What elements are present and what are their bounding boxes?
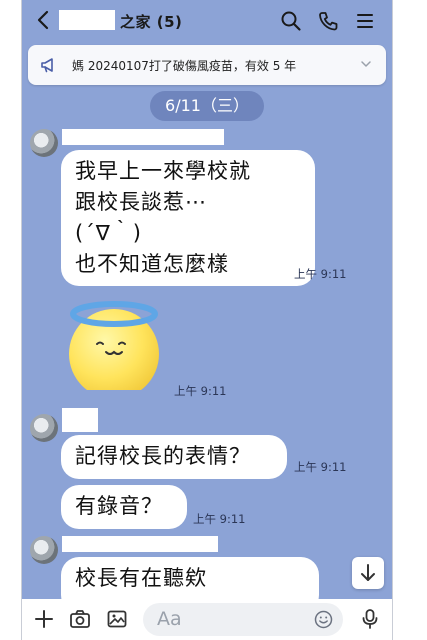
date-separator: 6/11（三）: [150, 91, 264, 121]
avatar[interactable]: [30, 536, 58, 564]
redacted-sender-name: [62, 408, 98, 432]
message-bubble[interactable]: 記得校長的表情？: [61, 435, 287, 479]
search-icon[interactable]: [280, 10, 302, 32]
megaphone-icon: [41, 58, 53, 73]
phone-icon[interactable]: [317, 10, 339, 32]
plus-icon[interactable]: [33, 608, 55, 630]
chevron-down-icon[interactable]: [360, 58, 372, 70]
avatar[interactable]: [30, 129, 58, 157]
message-bubble[interactable]: 有錄音？: [61, 485, 187, 529]
image-icon[interactable]: [106, 608, 128, 630]
input-placeholder: Aa: [157, 608, 182, 630]
message-input[interactable]: Aa: [143, 603, 343, 636]
message-time: 上午 9:11: [193, 512, 246, 526]
chat-header: 之家 (5): [22, 0, 392, 42]
frame-edge-right: [392, 0, 393, 640]
camera-icon[interactable]: [69, 608, 91, 630]
announcement-text: 媽 20240107打了破傷風疫苗，有效 5 年: [72, 59, 297, 73]
message-time: 上午 9:11: [174, 384, 227, 398]
back-icon[interactable]: [34, 8, 54, 32]
chat-title[interactable]: 之家 (5): [120, 11, 182, 32]
redacted-sender-name: [62, 536, 218, 552]
chat-screen: 之家 (5) 媽 20240107打了破傷風疫苗，有效 5 年 6/11（三） …: [22, 0, 392, 640]
halo-smiley-sticker[interactable]: [64, 296, 164, 390]
scroll-down-button[interactable]: [352, 557, 384, 589]
message-time: 上午 9:11: [294, 267, 347, 281]
emoji-icon[interactable]: [314, 610, 333, 629]
message-input-bar: Aa: [22, 599, 392, 640]
microphone-icon[interactable]: [359, 608, 381, 630]
redacted-name-block: [59, 10, 115, 30]
menu-icon[interactable]: [354, 10, 376, 32]
message-time: 上午 9:11: [294, 460, 347, 474]
avatar[interactable]: [30, 414, 58, 442]
redacted-sender-name: [62, 129, 224, 145]
message-bubble[interactable]: 我早上一來學校就 跟校長談惹⋯ (´∇｀) 也不知道怎麼樣: [61, 150, 315, 286]
announcement-banner[interactable]: 媽 20240107打了破傷風疫苗，有效 5 年: [28, 45, 386, 85]
